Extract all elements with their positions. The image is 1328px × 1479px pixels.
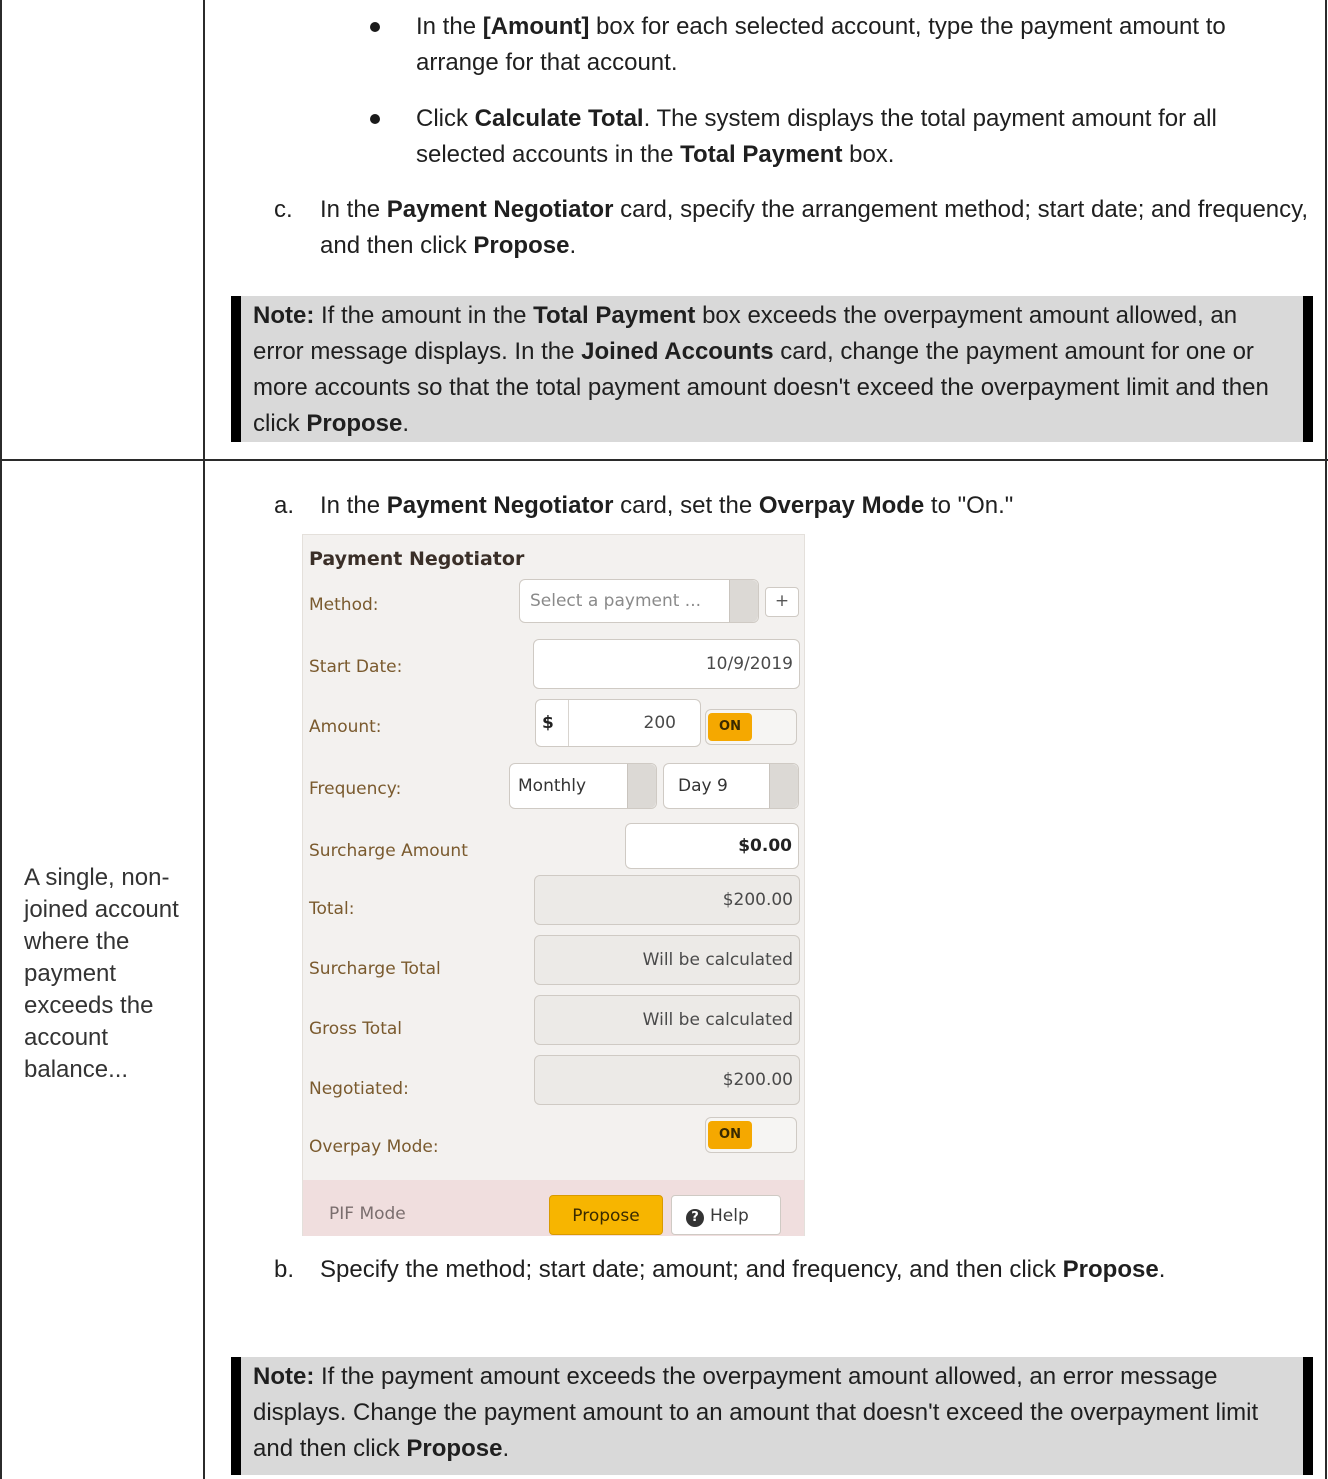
method-dropdown-button[interactable] [729, 580, 758, 622]
table-left-border [0, 0, 2, 1479]
total-field: $200.00 [534, 875, 800, 925]
propose-button[interactable]: Propose [549, 1195, 663, 1235]
day-dropdown-button[interactable] [769, 764, 798, 808]
gross-total-label: Gross Total [309, 1019, 403, 1039]
start-date-field[interactable]: 10/9/2019 [533, 639, 800, 689]
note-overpayment-limit: Note: If the payment amount exceeds the … [231, 1357, 1313, 1475]
start-date-label: Start Date: [309, 657, 403, 677]
surcharge-total-label: Surcharge Total [309, 959, 441, 979]
method-label: Method: [309, 595, 379, 615]
step-a-letter: a. [274, 492, 295, 519]
step-b-text: Specify the method; start date; amount; … [320, 1256, 1166, 1283]
card-title: Payment Negotiator [309, 548, 525, 570]
amount-label: Amount: [309, 717, 382, 737]
bullet-dot [370, 114, 380, 124]
bullet-amount: In the [Amount] box for each selected ac… [416, 13, 1226, 76]
step-b-letter: b. [274, 1256, 295, 1283]
step-c-text: In the Payment Negotiator card, specify … [320, 196, 1309, 259]
negotiated-label: Negotiated: [309, 1079, 409, 1099]
help-icon: ? [686, 1209, 704, 1227]
table-column-divider [203, 0, 205, 1479]
currency-symbol: $ [542, 713, 554, 733]
amount-toggle[interactable]: ON [705, 709, 797, 745]
method-placeholder: Select a payment ... [530, 591, 702, 611]
bullet-calculate-total: Click Calculate Total. The system displa… [416, 105, 1217, 168]
day-select[interactable]: Day 9 [663, 763, 799, 809]
frequency-select[interactable]: Monthly [509, 763, 657, 809]
pif-mode-label[interactable]: PIF Mode [329, 1196, 406, 1232]
table-row-divider [0, 459, 1328, 461]
negotiated-field: $200.00 [534, 1055, 800, 1105]
step-c-letter: c. [274, 196, 293, 223]
note-joined-accounts: Note: If the amount in the Total Payment… [231, 296, 1313, 442]
amount-field[interactable]: $ 200 [535, 699, 701, 747]
table-right-border [1325, 0, 1327, 1479]
add-method-button[interactable]: + [765, 587, 799, 617]
method-select[interactable]: Select a payment ... [519, 579, 759, 623]
overpay-mode-toggle[interactable]: ON [705, 1117, 797, 1153]
payment-negotiator-card: Payment Negotiator Method: Select a paym… [302, 534, 805, 1236]
total-label: Total: [309, 899, 355, 919]
gross-total-field: Will be calculated [534, 995, 800, 1045]
pif-row: PIF Mode Propose ? Help [303, 1180, 804, 1236]
step-a-text: In the Payment Negotiator card, set the … [320, 492, 1014, 519]
add-icon: + [774, 591, 790, 611]
frequency-dropdown-button[interactable] [627, 764, 656, 808]
overpay-mode-label: Overpay Mode: [309, 1137, 439, 1157]
bullet-dot [370, 22, 380, 32]
surcharge-amount-field[interactable]: $0.00 [625, 823, 799, 869]
scenario-description: A single, non-joined account where the p… [24, 864, 179, 1083]
help-button[interactable]: ? Help [671, 1195, 781, 1235]
surcharge-total-field: Will be calculated [534, 935, 800, 985]
surcharge-amount-label: Surcharge Amount [309, 841, 468, 861]
frequency-label: Frequency: [309, 779, 402, 799]
